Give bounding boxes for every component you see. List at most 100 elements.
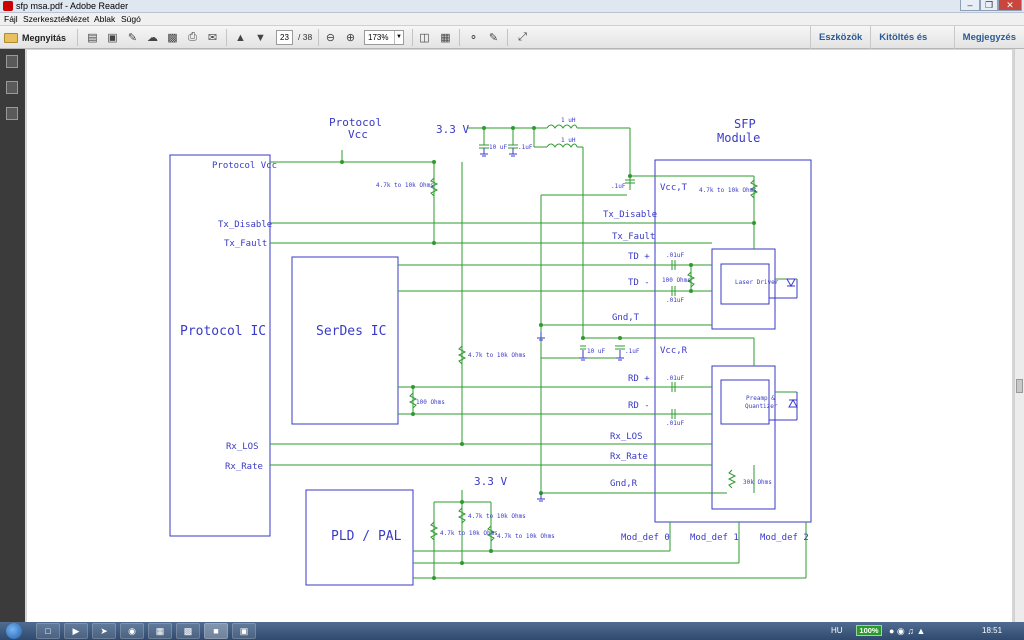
fit-width-icon[interactable]: ▦: [437, 29, 454, 46]
toolbar-divider: [459, 29, 460, 46]
serdes-ic-block: [291, 256, 399, 425]
pages-icon[interactable]: [6, 55, 18, 68]
pin-rd-plus: RD +: [628, 374, 650, 384]
pin-tx-disable-right: Tx_Disable: [603, 210, 657, 220]
media-player-icon[interactable]: ▶: [64, 623, 88, 639]
v33-top-label: 3.3 V: [436, 123, 469, 136]
pin-vccr: Vcc,R: [660, 346, 688, 356]
res-100-td-label: 100 Ohms: [662, 277, 691, 284]
pin-tx-fault-left: Tx_Fault: [224, 239, 267, 249]
next-page-icon[interactable]: ▼: [252, 29, 269, 46]
cap-01uf-b: .1uF: [611, 183, 626, 190]
toolbar: Megnyitás ▤ ▣ ✎ ☁ ▩ ⎙ ✉ ▲ ▼ 23 / 38 ⊖ ⊕ …: [0, 26, 1024, 66]
pin-tx-disable-left: Tx_Disable: [218, 220, 272, 230]
menu-edit[interactable]: Szerkesztés: [23, 13, 69, 26]
zoom-select[interactable]: 173% ▼: [364, 30, 404, 45]
vertical-scrollbar[interactable]: [1014, 49, 1024, 622]
sfp-module-block: [654, 159, 812, 523]
export-pdf-icon[interactable]: ▣: [104, 29, 121, 46]
comment-icon[interactable]: ⚬: [465, 29, 482, 46]
pin-rx-los-right: Rx_LOS: [610, 432, 643, 442]
bookmark-icon[interactable]: [6, 81, 18, 94]
pin-rx-los-left: Rx_LOS: [226, 442, 259, 452]
chrome-icon[interactable]: ◉: [120, 623, 144, 639]
previous-page-icon[interactable]: ▲: [232, 29, 249, 46]
tab-fill-sign[interactable]: Kitöltés és aláírás: [870, 26, 953, 66]
read-mode-icon[interactable]: ⤢: [514, 29, 531, 46]
preamp-label-1: Preamp &: [746, 395, 775, 402]
mod-def-2: Mod_def 2: [760, 533, 809, 543]
toolbar-divider: [507, 29, 508, 46]
inductor-1-label: 1 uH: [561, 117, 576, 124]
toolbar-divider: [77, 29, 78, 46]
create-pdf-icon[interactable]: ▤: [84, 29, 101, 46]
save-icon[interactable]: ▩: [164, 29, 181, 46]
zoom-in-icon[interactable]: ⊕: [342, 29, 359, 46]
cap-rd-minus-label: .01uF: [666, 420, 684, 427]
title-bar: sfp msa.pdf - Adobe Reader – ❐ ✕: [0, 0, 1024, 13]
menu-bar: Fájl Szerkesztés Nézet Ablak Súgó: [0, 13, 1024, 26]
cap-10uf-b: 10 uF: [587, 348, 605, 355]
toolbar-divider: [226, 29, 227, 46]
pld-pal-label: PLD / PAL: [331, 529, 402, 544]
pin-rx-rate-left: Rx_Rate: [225, 462, 263, 472]
protocol-vcc-label-2: Vcc: [348, 128, 368, 141]
tab-comment[interactable]: Megjegyzés: [953, 26, 1024, 49]
powerpoint-icon[interactable]: ▩: [176, 623, 200, 639]
menu-window[interactable]: Ablak: [94, 13, 115, 26]
app-icon[interactable]: ➤: [92, 623, 116, 639]
maximize-button[interactable]: ❐: [980, 0, 998, 11]
toolbar-divider: [318, 29, 319, 46]
sfp-title: SFP: [734, 117, 756, 131]
pin-td-minus: TD -: [628, 278, 650, 288]
start-button[interactable]: [6, 623, 22, 639]
menu-file[interactable]: Fájl: [4, 13, 18, 26]
cap-td-minus-label: .01uF: [666, 297, 684, 304]
cloud-icon[interactable]: ☁: [144, 29, 161, 46]
highlight-icon[interactable]: ✎: [485, 29, 502, 46]
page-total: / 38: [298, 32, 313, 42]
res-pld-2-label: 4.7k to 10k Ohms: [440, 530, 498, 537]
adobe-reader-task-icon[interactable]: ■: [204, 623, 228, 639]
laser-driver-label: Laser Driver: [735, 279, 779, 286]
close-button[interactable]: ✕: [998, 0, 1022, 11]
language-indicator[interactable]: HU: [831, 622, 843, 640]
window-icon[interactable]: ▣: [232, 623, 256, 639]
pin-td-plus: TD +: [628, 252, 650, 262]
print-icon[interactable]: ⎙: [184, 29, 201, 46]
menu-help[interactable]: Súgó: [121, 13, 141, 26]
v33-bottom-label: 3.3 V: [474, 475, 507, 488]
cap-10uf-a: 10 uF: [489, 144, 507, 151]
protocol-ic-block: [169, 154, 271, 537]
visio-icon[interactable]: ▦: [148, 623, 172, 639]
preamp-label-2: Quantizer: [745, 403, 778, 410]
cap-td-plus-label: .01uF: [666, 252, 684, 259]
mod-def-0: Mod_def 0: [621, 533, 670, 543]
open-button[interactable]: Megnyitás: [4, 29, 66, 46]
minimize-button[interactable]: –: [960, 0, 980, 11]
tab-tools[interactable]: Eszközök: [810, 26, 870, 49]
menu-view[interactable]: Nézet: [67, 13, 89, 26]
preamp-inner: [720, 379, 770, 425]
wires: [270, 127, 807, 579]
explorer-icon[interactable]: □: [36, 623, 60, 639]
zoom-out-icon[interactable]: ⊖: [322, 29, 339, 46]
scrollbar-thumb[interactable]: [1016, 379, 1023, 393]
clock[interactable]: 18:51: [982, 622, 1002, 640]
right-tabs: Eszközök Kitöltés és aláírás Megjegyzés: [810, 26, 1024, 66]
pdf-page: SFP Module Protocol Vcc 3.3 V 3.3 V Prot…: [27, 50, 1012, 622]
res-100-rd-label: 100 Ohms: [416, 399, 445, 406]
navigation-panel: [0, 49, 25, 622]
document-area: SFP Module Protocol Vcc 3.3 V 3.3 V Prot…: [25, 49, 1014, 622]
battery-indicator[interactable]: 100%: [856, 625, 882, 636]
page-number-input[interactable]: 23: [276, 30, 293, 45]
protocol-ic-label: Protocol IC: [180, 324, 266, 339]
res-pld-3-label: 4.7k to 10k Ohms: [497, 533, 555, 540]
attachment-icon[interactable]: [6, 107, 18, 120]
pin-rd-minus: RD -: [628, 401, 650, 411]
edit-icon[interactable]: ✎: [124, 29, 141, 46]
tray-icons[interactable]: ● ◉ ♫ ▲: [889, 622, 925, 640]
fit-page-icon[interactable]: ◫: [416, 29, 433, 46]
email-icon[interactable]: ✉: [204, 29, 221, 46]
chevron-down-icon: ▼: [394, 31, 403, 44]
